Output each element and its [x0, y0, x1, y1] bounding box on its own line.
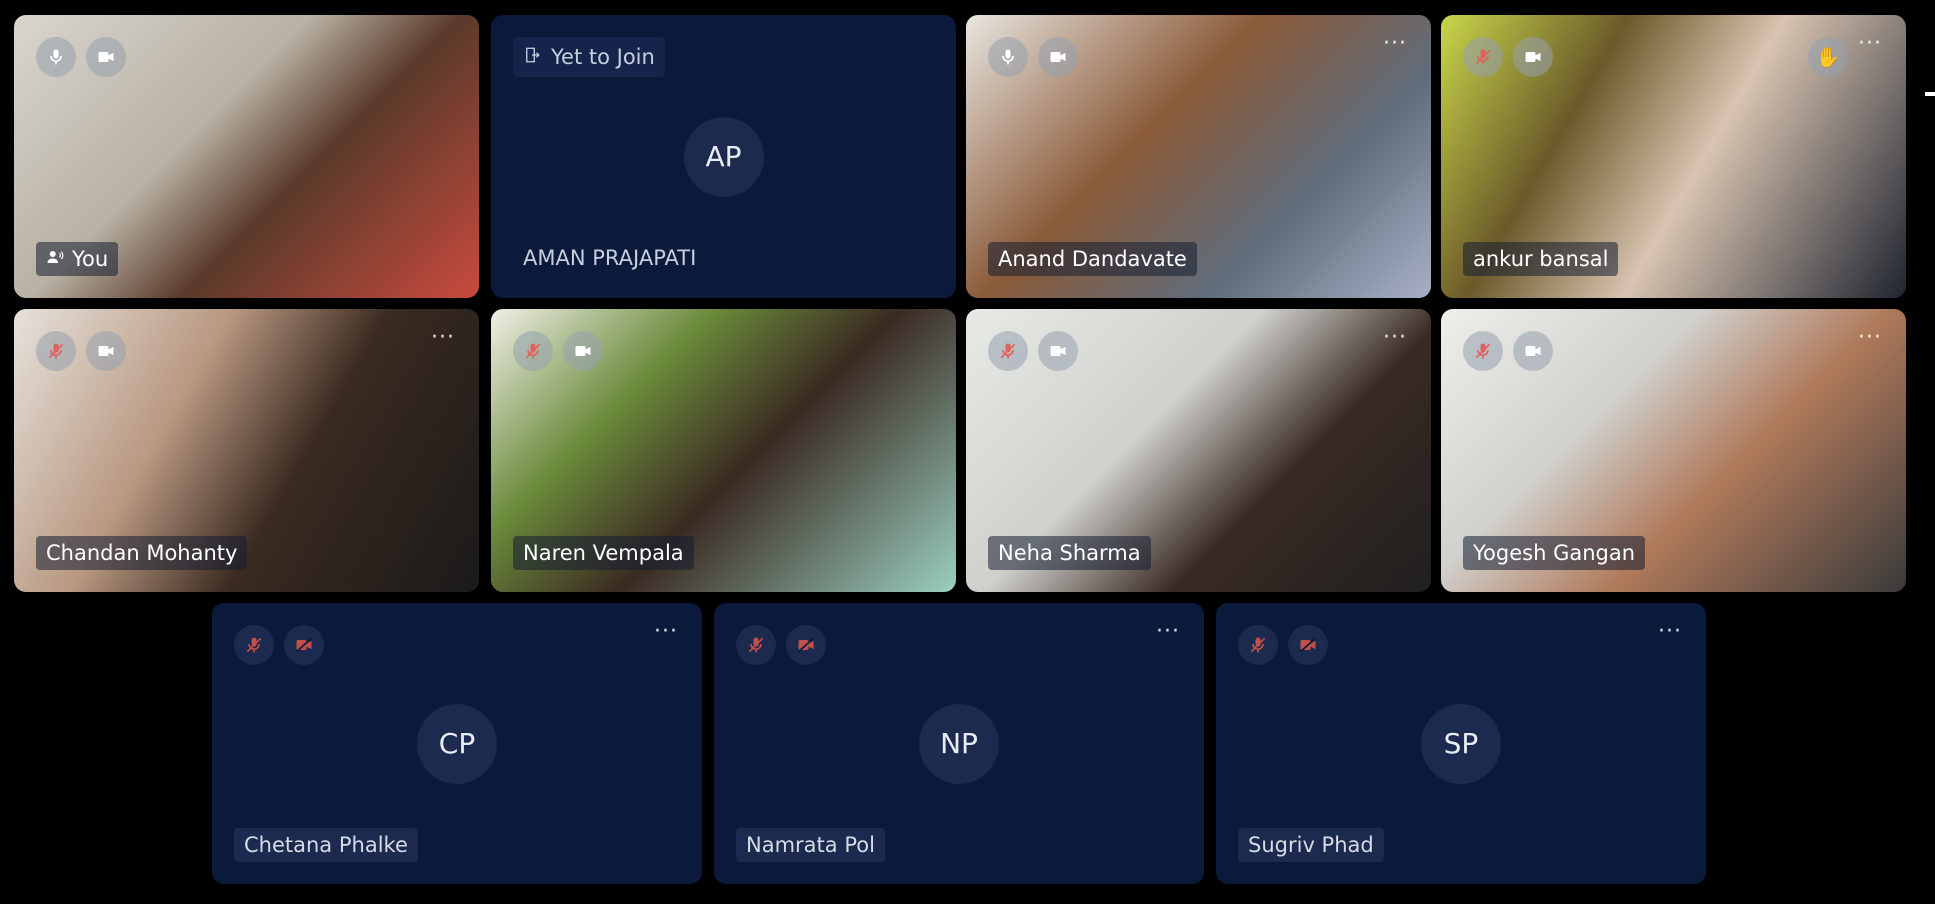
tile-controls: [1463, 37, 1553, 77]
more-options-icon[interactable]: ···: [1383, 33, 1407, 55]
participant-tile[interactable]: ··· SP Sugriv Phad: [1216, 603, 1706, 884]
participant-name: ankur bansal: [1473, 247, 1609, 271]
participant-name-label: Chandan Mohanty: [36, 536, 248, 570]
tile-controls: [36, 37, 126, 77]
participant-name: Neha Sharma: [998, 541, 1141, 565]
mic-off-icon[interactable]: [736, 625, 776, 665]
yet-to-join-label: Yet to Join: [551, 45, 655, 69]
panel-edge-marker: [1925, 92, 1935, 96]
camera-icon[interactable]: [563, 331, 603, 371]
tile-controls: [736, 625, 826, 665]
mic-icon[interactable]: [36, 37, 76, 77]
participant-name: Chandan Mohanty: [46, 541, 238, 565]
participant-tile[interactable]: ··· Anand Dandavate: [966, 15, 1431, 298]
camera-off-icon[interactable]: [1288, 625, 1328, 665]
mic-off-icon[interactable]: [988, 331, 1028, 371]
avatar: NP: [919, 703, 999, 784]
camera-off-icon[interactable]: [786, 625, 826, 665]
tile-controls: [988, 331, 1078, 371]
participant-name: You: [72, 247, 109, 271]
more-options-icon[interactable]: ···: [1156, 621, 1180, 643]
participant-tile[interactable]: ··· Chandan Mohanty: [14, 309, 479, 592]
participant-name: Chetana Phalke: [244, 833, 408, 857]
camera-off-icon[interactable]: [284, 625, 324, 665]
participant-name: Naren Vempala: [523, 541, 684, 565]
participant-name-label: Sugriv Phad: [1238, 828, 1384, 862]
mic-off-icon[interactable]: [1463, 331, 1503, 371]
participant-name-label: Anand Dandavate: [988, 242, 1197, 276]
avatar: AP: [683, 116, 764, 197]
raise-hand-icon: ✋: [1808, 37, 1848, 77]
tile-controls: [513, 331, 603, 371]
tile-controls: [36, 331, 126, 371]
camera-icon[interactable]: [86, 37, 126, 77]
more-options-icon[interactable]: ···: [1858, 327, 1882, 349]
participant-name: Anand Dandavate: [998, 247, 1187, 271]
mic-off-icon[interactable]: [36, 331, 76, 371]
participant-name-label: Namrata Pol: [736, 828, 885, 862]
mic-off-icon[interactable]: [513, 331, 553, 371]
speaker-icon: [46, 247, 64, 271]
participant-tile[interactable]: ··· NP Namrata Pol: [714, 603, 1204, 884]
mic-icon[interactable]: [988, 37, 1028, 77]
camera-icon[interactable]: [1038, 331, 1078, 371]
more-options-icon[interactable]: ···: [1858, 33, 1882, 55]
camera-icon[interactable]: [1513, 37, 1553, 77]
avatar: SP: [1421, 703, 1501, 784]
more-options-icon[interactable]: ···: [1383, 327, 1407, 349]
participant-name-label: You: [36, 242, 119, 276]
mic-off-icon[interactable]: [1238, 625, 1278, 665]
more-options-icon[interactable]: ···: [1658, 621, 1682, 643]
camera-icon[interactable]: [1513, 331, 1553, 371]
mic-off-icon[interactable]: [1463, 37, 1503, 77]
tile-controls: [1238, 625, 1328, 665]
camera-icon[interactable]: [1038, 37, 1078, 77]
tile-controls: [1463, 331, 1553, 371]
participant-name: Yogesh Gangan: [1473, 541, 1636, 565]
participant-tile[interactable]: You: [14, 15, 479, 298]
participant-name: Namrata Pol: [746, 833, 875, 857]
participant-name-label: Neha Sharma: [988, 536, 1151, 570]
participant-tile[interactable]: Yet to Join AP AMAN PRAJAPATI: [491, 15, 956, 298]
participant-tile[interactable]: Naren Vempala: [491, 309, 956, 592]
participant-name: AMAN PRAJAPATI: [523, 246, 697, 270]
tile-controls: [234, 625, 324, 665]
more-options-icon[interactable]: ···: [431, 327, 455, 349]
participant-name-label: Chetana Phalke: [234, 828, 418, 862]
mic-off-icon[interactable]: [234, 625, 274, 665]
participant-tile[interactable]: ··· Yogesh Gangan: [1441, 309, 1906, 592]
door-exit-icon: [523, 45, 541, 69]
participant-name-label: Naren Vempala: [513, 536, 694, 570]
participant-name-label: ankur bansal: [1463, 242, 1619, 276]
participant-tile[interactable]: ··· ✋ ankur bansal: [1441, 15, 1906, 298]
more-options-icon[interactable]: ···: [654, 621, 678, 643]
tile-controls: [988, 37, 1078, 77]
avatar: CP: [417, 703, 497, 784]
participant-name-label: Yogesh Gangan: [1463, 536, 1646, 570]
participant-name: Sugriv Phad: [1248, 833, 1374, 857]
participant-tile[interactable]: ··· Neha Sharma: [966, 309, 1431, 592]
participant-tile[interactable]: ··· CP Chetana Phalke: [212, 603, 702, 884]
yet-to-join-badge: Yet to Join: [513, 37, 665, 77]
camera-icon[interactable]: [86, 331, 126, 371]
